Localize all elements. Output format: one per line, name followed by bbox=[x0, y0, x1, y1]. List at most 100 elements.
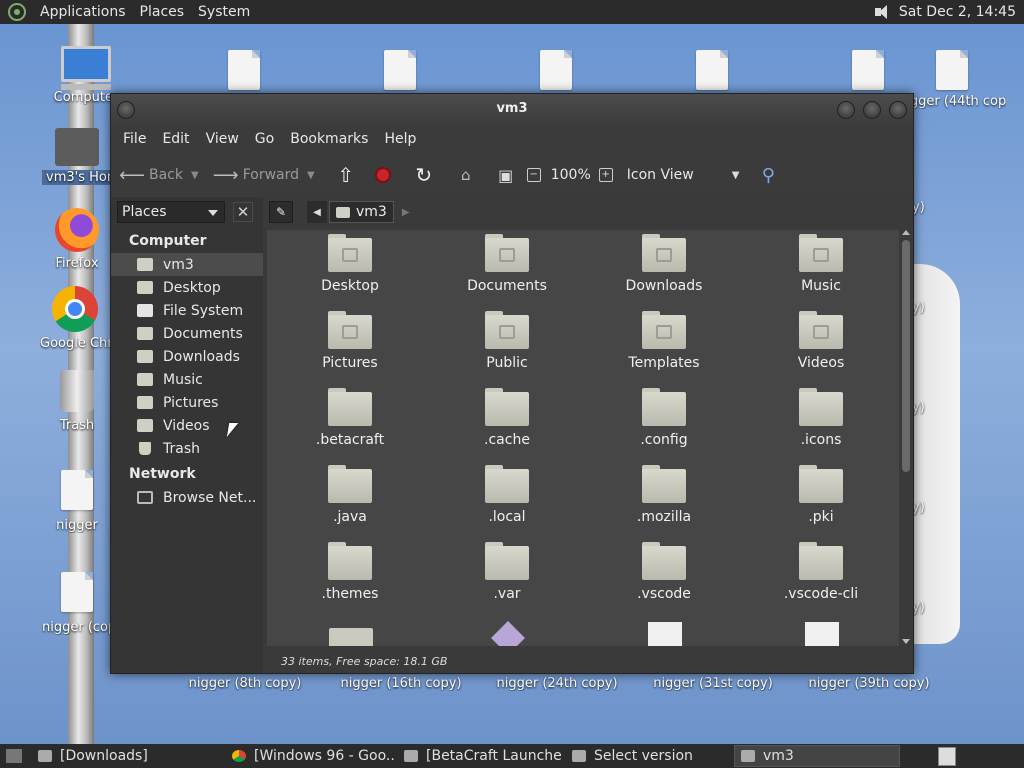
sidebar-item-filesystem[interactable]: File System bbox=[111, 299, 263, 322]
sidebar-item-network[interactable]: Browse Net... bbox=[111, 486, 263, 509]
view-mode-select[interactable]: Icon View ▼ bbox=[627, 167, 740, 183]
file-item[interactable]: Public bbox=[432, 311, 582, 371]
sidebar-item-pictures[interactable]: Pictures bbox=[111, 391, 263, 414]
file-item[interactable]: Documents bbox=[432, 234, 582, 294]
stop-button[interactable] bbox=[374, 167, 391, 183]
file-item[interactable]: .config bbox=[589, 388, 739, 448]
desktop-icon-chrome[interactable]: Google Chrome bbox=[40, 286, 110, 351]
file-item[interactable]: Desktop bbox=[275, 234, 425, 294]
file-name: .cache bbox=[484, 432, 530, 448]
file-icon[interactable] bbox=[648, 622, 682, 646]
up-button[interactable]: ⇧ bbox=[335, 163, 357, 187]
file-item[interactable]: .vscode-cli bbox=[746, 542, 896, 602]
file-item[interactable]: .mozilla bbox=[589, 465, 739, 525]
menu-view[interactable]: View bbox=[198, 131, 247, 147]
desktop-icon-file[interactable] bbox=[352, 50, 448, 90]
file-item[interactable]: Videos bbox=[746, 311, 896, 371]
file-item[interactable]: Templates bbox=[589, 311, 739, 371]
desktop-icon-file[interactable]: nigger bbox=[42, 470, 112, 533]
breadcrumb-left-button[interactable]: ◀ bbox=[307, 201, 327, 223]
search-button[interactable]: ⚲ bbox=[757, 164, 779, 186]
file-item[interactable]: .pki bbox=[746, 465, 896, 525]
back-history-dropdown[interactable]: ▼ bbox=[191, 170, 199, 181]
file-item[interactable]: .java bbox=[275, 465, 425, 525]
zoom-out-button[interactable]: − bbox=[526, 168, 541, 182]
file-item[interactable]: Pictures bbox=[275, 311, 425, 371]
sidebar-pane-select[interactable]: Places bbox=[117, 201, 225, 223]
taskbar-item-downloads[interactable]: [Downloads] bbox=[32, 745, 222, 767]
sidebar-item-trash[interactable]: Trash bbox=[111, 437, 263, 460]
sidebar-item-documents[interactable]: Documents bbox=[111, 322, 263, 345]
volume-icon[interactable] bbox=[873, 4, 891, 20]
desktop-folder-icon bbox=[328, 234, 372, 272]
taskbar-item-chrome[interactable]: [Windows 96 - Goo... bbox=[226, 745, 394, 767]
desktop-icon-file[interactable]: nigger (31st copy) bbox=[638, 672, 788, 691]
maximize-button[interactable] bbox=[863, 101, 881, 119]
toggle-location-entry-button[interactable]: ✎ bbox=[269, 201, 293, 223]
window-titlebar[interactable]: vm3 bbox=[111, 94, 913, 125]
distro-logo-icon[interactable] bbox=[8, 3, 26, 21]
file-icon[interactable] bbox=[805, 622, 839, 646]
places-menu[interactable]: Places bbox=[134, 4, 193, 20]
desktop-icon-file[interactable]: nigger (16th copy) bbox=[326, 672, 476, 691]
scroll-thumb[interactable] bbox=[902, 240, 910, 472]
desktop-icon-file[interactable]: nigger (24th copy) bbox=[482, 672, 632, 691]
menu-bookmarks[interactable]: Bookmarks bbox=[282, 131, 376, 147]
clock[interactable]: Sat Dec 2, 14:45 bbox=[899, 4, 1016, 20]
reload-button[interactable]: ↻ bbox=[413, 163, 435, 187]
menu-edit[interactable]: Edit bbox=[154, 131, 197, 147]
taskbar-item-betacraft[interactable]: [BetaCraft Launcher... bbox=[398, 745, 562, 767]
forward-history-dropdown[interactable]: ▼ bbox=[307, 170, 315, 181]
workspace-switcher[interactable] bbox=[938, 747, 956, 766]
file-item[interactable]: .icons bbox=[746, 388, 896, 448]
sidebar-item-downloads[interactable]: Downloads bbox=[111, 345, 263, 368]
file-item[interactable]: .themes bbox=[275, 542, 425, 602]
file-icon[interactable] bbox=[491, 621, 525, 646]
taskbar-item-select-version[interactable]: Select version bbox=[566, 745, 730, 767]
computer-button[interactable]: ▣ bbox=[495, 164, 517, 186]
sidebar-item-videos[interactable]: Videos bbox=[111, 414, 263, 437]
menu-help[interactable]: Help bbox=[376, 131, 424, 147]
desktop-icon-file[interactable]: nigger (39th copy) bbox=[794, 672, 944, 691]
close-sidebar-button[interactable]: ✕ bbox=[233, 202, 253, 222]
taskbar-item-vm3[interactable]: vm3 bbox=[734, 745, 900, 767]
home-folder-icon bbox=[336, 206, 350, 218]
desktop-icon-file[interactable]: nigger (44th copy) bbox=[898, 50, 1006, 109]
desktop-icon-file[interactable] bbox=[196, 50, 292, 90]
desktop-icon-home[interactable]: vm3's Home bbox=[42, 128, 112, 185]
desktop-icon-firefox[interactable]: Firefox bbox=[42, 208, 112, 271]
file-item[interactable]: Downloads bbox=[589, 234, 739, 294]
folder-icon[interactable] bbox=[329, 628, 373, 646]
scroll-up-arrow[interactable] bbox=[902, 230, 910, 235]
menu-file[interactable]: File bbox=[115, 131, 154, 147]
file-item[interactable]: .local bbox=[432, 465, 582, 525]
chevron-right-icon[interactable]: ▶ bbox=[402, 207, 410, 218]
desktop-icon-file[interactable] bbox=[664, 50, 760, 90]
sidebar-item-desktop[interactable]: Desktop bbox=[111, 276, 263, 299]
applications-menu[interactable]: Applications bbox=[34, 4, 134, 20]
file-item[interactable]: Music bbox=[746, 234, 896, 294]
file-item[interactable]: .var bbox=[432, 542, 582, 602]
desktop-icon-file[interactable] bbox=[508, 50, 604, 90]
desktop-icon-file[interactable]: nigger (8th copy) bbox=[170, 672, 320, 691]
back-button[interactable]: ⟵ Back ▼ bbox=[119, 164, 199, 186]
file-item[interactable]: .cache bbox=[432, 388, 582, 448]
system-menu[interactable]: System bbox=[192, 4, 258, 20]
close-button[interactable] bbox=[889, 101, 907, 119]
breadcrumb-vm3[interactable]: vm3 bbox=[329, 201, 394, 223]
music-folder-icon bbox=[799, 234, 843, 272]
file-item[interactable]: .vscode bbox=[589, 542, 739, 602]
sidebar-item-music[interactable]: Music bbox=[111, 368, 263, 391]
forward-button[interactable]: ⟶ Forward ▼ bbox=[213, 164, 315, 186]
show-desktop-icon[interactable] bbox=[6, 749, 22, 763]
desktop-icon-trash[interactable]: Trash bbox=[42, 370, 112, 433]
file-item[interactable]: .betacraft bbox=[275, 388, 425, 448]
sidebar-item-vm3[interactable]: vm3 bbox=[111, 253, 263, 276]
home-button[interactable]: ⌂ bbox=[455, 164, 477, 186]
scrollbar[interactable] bbox=[899, 230, 913, 646]
minimize-button[interactable] bbox=[837, 101, 855, 119]
zoom-in-button[interactable]: + bbox=[598, 168, 613, 182]
scroll-down-arrow[interactable] bbox=[902, 639, 910, 644]
menu-go[interactable]: Go bbox=[247, 131, 282, 147]
desktop-icon-file[interactable]: nigger (copy) bbox=[42, 572, 112, 635]
